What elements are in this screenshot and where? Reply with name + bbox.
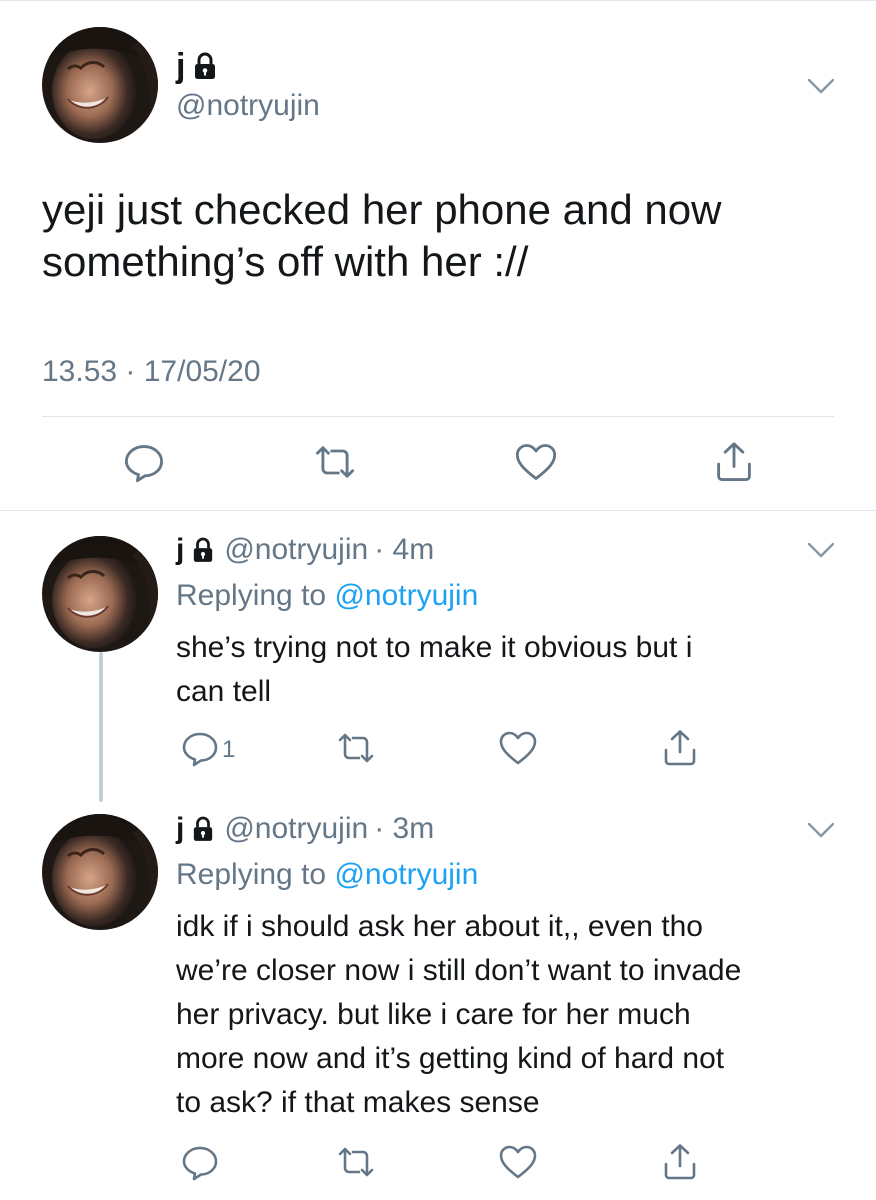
replying-to-link[interactable]: @notryujin: [334, 579, 478, 612]
display-name[interactable]: j: [176, 532, 184, 568]
replying-to: Replying to @notryujin: [176, 578, 478, 614]
reply-button[interactable]: [180, 728, 220, 768]
reply-text-line: can tell: [176, 675, 272, 708]
heart-icon: [498, 1142, 538, 1182]
chevron-down-icon[interactable]: [806, 540, 836, 560]
replying-to-link[interactable]: @notryujin: [334, 858, 478, 891]
author-name[interactable]: j: [176, 46, 217, 86]
reply-text: idk if i should ask her about it,, even …: [176, 905, 846, 1125]
reply-header: j @notryujin · 4m: [176, 532, 434, 568]
lock-icon: [193, 52, 217, 80]
reply-text-line: more now and it’s getting kind of hard n…: [176, 1042, 725, 1075]
reply-text-line: to ask? if that makes sense: [176, 1086, 540, 1119]
retweet-icon: [313, 440, 357, 484]
retweet-button[interactable]: [336, 1142, 376, 1182]
lock-icon: [192, 816, 214, 842]
chevron-down-icon[interactable]: [806, 820, 836, 840]
divider: [0, 510, 876, 511]
retweet-button[interactable]: [313, 440, 357, 484]
retweet-icon: [336, 728, 376, 768]
reply-button[interactable]: [180, 1142, 220, 1182]
share-button[interactable]: [660, 1142, 700, 1182]
reply-icon: [122, 440, 166, 484]
like-button[interactable]: [498, 1142, 538, 1182]
author-handle[interactable]: @notryujin: [176, 88, 320, 124]
reply-button[interactable]: [122, 440, 166, 484]
like-button[interactable]: [514, 440, 558, 484]
reply-text-line: idk if i should ask her about it,, even …: [176, 910, 703, 943]
reply-text: she’s trying not to make it obvious but …: [176, 626, 846, 714]
replying-to: Replying to @notryujin: [176, 857, 478, 893]
retweet-icon: [336, 1142, 376, 1182]
avatar[interactable]: [42, 27, 158, 143]
divider: [42, 416, 834, 417]
heart-icon: [498, 728, 538, 768]
reply-text-line: she’s trying not to make it obvious but …: [176, 631, 693, 664]
reply-text-line: her privacy. but like i care for her muc…: [176, 998, 691, 1031]
thread-connector: [99, 652, 103, 802]
display-name[interactable]: j: [176, 811, 184, 847]
chevron-down-icon[interactable]: [806, 76, 836, 96]
top-divider: [0, 0, 876, 1]
avatar[interactable]: [42, 536, 158, 652]
like-button[interactable]: [498, 728, 538, 768]
tweet-text: yeji just checked her phone and now some…: [42, 184, 842, 288]
reply-icon: [180, 1142, 220, 1182]
tweet-text-line: yeji just checked her phone and now: [42, 186, 722, 233]
replying-label: Replying to: [176, 579, 335, 612]
author-handle[interactable]: @notryujin: [224, 532, 368, 568]
reply-text-line: we’re closer now i still don’t want to i…: [176, 954, 742, 987]
reply-time[interactable]: · 4m: [374, 532, 434, 568]
reply-icon: [180, 728, 220, 768]
reply-time[interactable]: · 3m: [374, 811, 434, 847]
display-name: j: [176, 47, 186, 85]
author-handle[interactable]: @notryujin: [224, 811, 368, 847]
tweet-timestamp[interactable]: 13.53 · 17/05/20: [42, 354, 261, 390]
share-button[interactable]: [660, 728, 700, 768]
reply-header: j @notryujin · 3m: [176, 811, 434, 847]
avatar[interactable]: [42, 814, 158, 930]
lock-icon: [192, 537, 214, 563]
heart-icon: [514, 440, 558, 484]
retweet-button[interactable]: [336, 728, 376, 768]
tweet-text-line: something’s off with her ://: [42, 238, 529, 285]
replying-label: Replying to: [176, 858, 335, 891]
share-button[interactable]: [712, 440, 756, 484]
share-icon: [660, 1142, 700, 1182]
share-icon: [660, 728, 700, 768]
reply-count: 1: [222, 736, 236, 763]
share-icon: [712, 440, 756, 484]
